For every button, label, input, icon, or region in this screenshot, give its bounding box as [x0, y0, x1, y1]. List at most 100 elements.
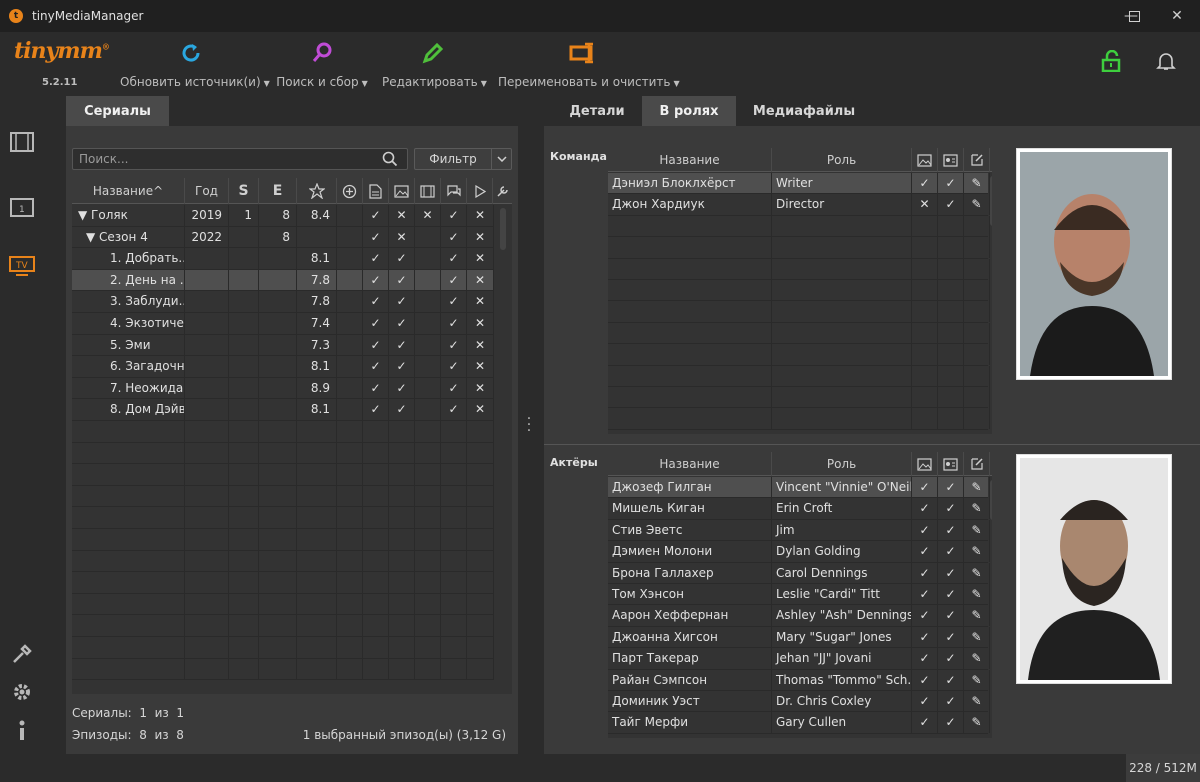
table-row[interactable]: 7. Неожида...8.9✓✓✓✕ [72, 377, 494, 400]
column-nfo[interactable] [363, 178, 389, 204]
table-row[interactable] [72, 615, 494, 637]
table-row[interactable] [608, 215, 990, 238]
table-row[interactable]: Дэниэл Блоклхёрст Writer ✓ ✓ ✎ [608, 173, 990, 195]
column-role[interactable]: Роль [772, 452, 912, 476]
cell-c3[interactable]: ✎ [964, 712, 990, 734]
scrollbar-thumb[interactable] [990, 480, 992, 520]
column-season-count[interactable]: S [229, 178, 259, 204]
gear-icon[interactable] [8, 678, 36, 706]
empty-cell[interactable] [964, 280, 990, 301]
table-row[interactable]: Райан Сэмпсон Thomas "Tommo" Sch... ✓ ✓ ✎ [608, 669, 990, 691]
tools-icon[interactable] [8, 640, 36, 668]
search-icon[interactable] [382, 151, 398, 170]
edit-button[interactable]: Редактировать ▼ [382, 38, 487, 89]
tab-cast[interactable]: В ролях [642, 96, 736, 126]
table-row[interactable] [608, 344, 990, 366]
cell-c3[interactable]: ✎ [964, 194, 990, 216]
tab-tv-shows[interactable]: Сериалы [66, 96, 169, 126]
cell-c3[interactable]: ✎ [964, 648, 990, 670]
table-row[interactable]: 5. Эми 7.3 ✓ ✓ ✓ ✕ [72, 334, 494, 357]
scrollbar-thumb[interactable] [990, 176, 992, 226]
table-row[interactable] [72, 442, 494, 465]
column-watched[interactable] [467, 178, 493, 204]
column-year[interactable]: Год [185, 178, 229, 204]
cell-c3[interactable]: ✎ [964, 562, 990, 584]
table-row[interactable] [608, 280, 990, 302]
maximize-button[interactable] [1111, 0, 1157, 32]
column-settings[interactable] [493, 178, 512, 204]
cell-c3[interactable]: ✎ [964, 605, 990, 627]
rename-cleanup-button[interactable]: Переименовать и очистить ▼ [498, 38, 680, 89]
table-row[interactable]: ▼ Голяк 2019 1 8 8.4 ✓ ✕ ✕ ✓ ✕ [72, 205, 494, 227]
movie-sets-section-icon[interactable]: 1 [8, 192, 36, 220]
table-row[interactable]: Мишель Киган Erin Croft ✓ ✓ ✎ [608, 498, 990, 520]
column-name[interactable]: Название [608, 452, 772, 476]
search-input[interactable]: Поиск... [72, 148, 408, 170]
table-row[interactable] [72, 485, 494, 508]
table-row[interactable]: 4. Экзотиче...7.4✓✓✓✕ [72, 313, 494, 335]
table-row[interactable] [72, 637, 494, 659]
update-source-button[interactable]: Обновить источник(и) ▼ [120, 38, 270, 89]
cell-c3[interactable]: ✎ [964, 173, 990, 194]
id-card-icon[interactable] [938, 148, 964, 172]
chevron-down-icon[interactable] [491, 149, 511, 169]
table-row[interactable]: Тайг Мерфи Gary Cullen ✓ ✓ ✎ [608, 712, 990, 734]
info-icon[interactable] [8, 716, 36, 744]
cell-c3[interactable]: ✎ [964, 691, 990, 712]
column-episode-count[interactable]: E [259, 178, 297, 204]
wrench-icon[interactable] [990, 452, 992, 476]
table-row[interactable]: Аарон Хеффернан Ashley "Ash" Dennings ✓ ✓ ✎ [608, 605, 990, 627]
table-row[interactable]: Джозеф Гилган Vincent "Vinnie" O'Neill ✓ ✓ ✎ [608, 477, 990, 499]
movies-section-icon[interactable] [8, 128, 36, 156]
table-row[interactable] [72, 529, 494, 551]
table-row[interactable] [608, 387, 990, 409]
table-row[interactable] [608, 408, 990, 430]
empty-cell[interactable] [964, 322, 990, 344]
table-row[interactable] [72, 593, 494, 616]
close-button[interactable]: ✕ [1154, 0, 1200, 32]
table-row[interactable]: 6. Загадочн...8.1✓✓✓✕ [72, 356, 494, 378]
empty-cell[interactable] [964, 387, 990, 408]
empty-cell[interactable] [964, 301, 990, 323]
tab-media-files[interactable]: Медиафайлы [744, 96, 864, 126]
id-card-icon[interactable] [938, 452, 964, 476]
empty-cell[interactable] [964, 258, 990, 280]
table-row[interactable]: Доминик Уэст Dr. Chris Coxley ✓ ✓ ✎ [608, 691, 990, 713]
table-row[interactable]: Джон Хардиук Director ✕ ✓ ✎ [608, 194, 990, 216]
column-images[interactable] [389, 178, 415, 204]
column-name[interactable]: Название [608, 148, 772, 172]
table-row[interactable]: Том Хэнсон Leslie "Cardi" Titt ✓ ✓ ✎ [608, 584, 990, 606]
table-row[interactable]: Джоанна Хигсон Mary "Sugar" Jones ✓ ✓ ✎ [608, 626, 990, 649]
cell-c3[interactable]: ✎ [964, 519, 990, 541]
empty-cell[interactable] [964, 344, 990, 366]
empty-cell[interactable] [964, 215, 990, 237]
edit-icon[interactable] [964, 148, 990, 172]
table-row[interactable]: 3. Заблуди... 7.8 ✓ ✓ ✓ ✕ [72, 291, 494, 313]
table-row[interactable] [608, 237, 990, 259]
image-icon[interactable] [912, 148, 938, 172]
image-icon[interactable] [912, 452, 938, 476]
cell-c3[interactable]: ✎ [964, 541, 990, 563]
empty-cell[interactable] [964, 408, 990, 430]
edit-icon[interactable] [964, 452, 990, 476]
table-row[interactable]: 1. Добрать... 8.1 ✓ ✓ ✓ ✕ [72, 248, 494, 270]
table-row[interactable] [608, 301, 990, 323]
table-row[interactable] [72, 550, 494, 573]
table-row[interactable]: Дэмиен Молони Dylan Golding ✓ ✓ ✎ [608, 541, 990, 563]
filter-button[interactable]: Фильтр [414, 148, 512, 170]
table-row[interactable]: Стив Эветс Jim ✓ ✓ ✎ [608, 519, 990, 542]
table-row[interactable] [72, 507, 494, 529]
wrench-icon[interactable] [990, 148, 992, 172]
scrollbar-thumb[interactable] [500, 208, 506, 250]
cell-c3[interactable]: ✎ [964, 626, 990, 648]
cell-c3[interactable]: ✎ [964, 669, 990, 691]
table-row[interactable]: 2. День на ... 7.8 ✓ ✓ ✓ ✕ [72, 269, 494, 292]
column-subtitles[interactable] [441, 178, 467, 204]
panel-splitter[interactable]: · · · [526, 412, 532, 438]
table-row[interactable] [72, 658, 494, 681]
bell-icon[interactable] [1156, 51, 1176, 74]
unlock-icon[interactable] [1100, 49, 1122, 75]
cell-c3[interactable]: ✎ [964, 477, 990, 498]
table-row[interactable]: ▼ Сезон 4 2022 8 ✓ ✕ ✓ ✕ [72, 226, 494, 249]
table-row[interactable]: 8. Дом Дэйви8.1✓✓✓✕ [72, 399, 494, 421]
